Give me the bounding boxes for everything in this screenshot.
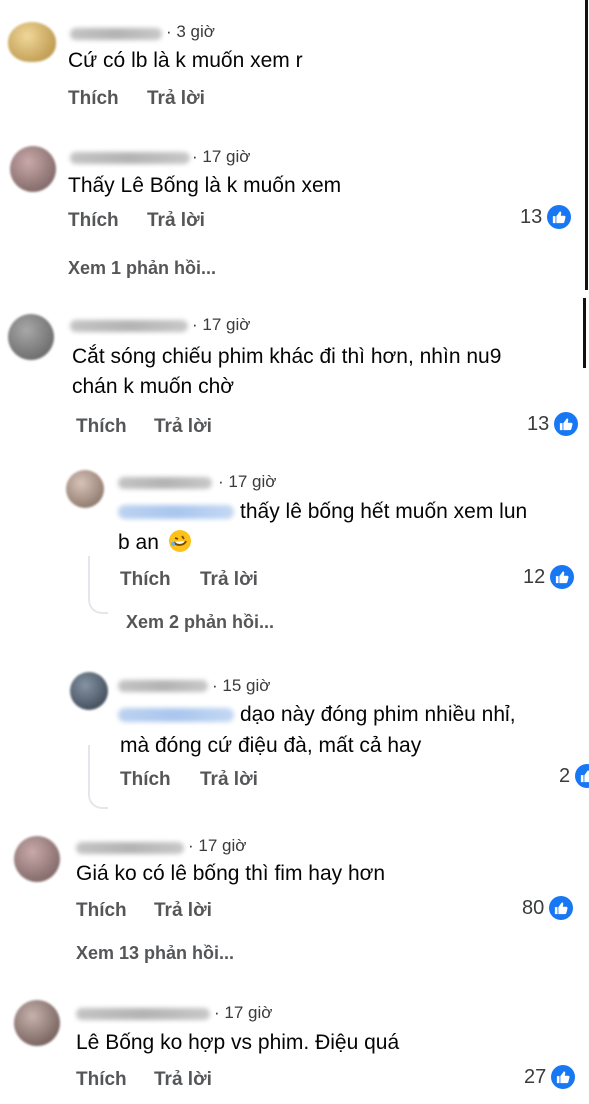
- comment-text-continued: b an: [118, 528, 191, 558]
- view-replies-link[interactable]: Xem 1 phản hồi...: [68, 258, 216, 279]
- like-button[interactable]: Thích: [76, 416, 127, 438]
- screenshot-edge-bar: [583, 298, 586, 368]
- author-name-blurred[interactable]: [70, 152, 190, 164]
- author-name-blurred[interactable]: [70, 320, 188, 332]
- comment-time: · 17 giờ: [214, 1003, 273, 1022]
- comment-time: · 17 giờ: [192, 147, 251, 166]
- reaction-count-value: 80: [522, 896, 545, 919]
- thumbs-up-icon: [551, 1065, 576, 1089]
- reaction-count[interactable]: 80: [522, 896, 574, 920]
- reply-button[interactable]: Trả lời: [200, 569, 258, 591]
- thumbs-up-icon: [547, 205, 572, 229]
- reaction-count-value: 13: [520, 205, 543, 228]
- view-replies-link[interactable]: Xem 13 phản hồi...: [76, 943, 234, 964]
- avatar[interactable]: [70, 672, 108, 710]
- like-button[interactable]: Thích: [68, 88, 119, 110]
- comment-text: Cứ có lb là k muốn xem r: [68, 49, 303, 72]
- author-name-blurred[interactable]: [70, 28, 162, 40]
- rolling-on-floor-laughing-emoji-icon: [168, 530, 191, 552]
- comment-text: Giá ko có lê bống thì fim hay hơn: [76, 862, 386, 885]
- avatar[interactable]: [8, 22, 56, 62]
- thumbs-up-icon: [549, 896, 574, 920]
- thumbs-up-icon: [554, 412, 579, 436]
- like-button[interactable]: Thích: [120, 769, 171, 791]
- reaction-count[interactable]: 12: [523, 565, 575, 589]
- thumbs-up-icon: [575, 764, 589, 788]
- avatar[interactable]: [66, 470, 104, 508]
- reply-thread-connector: [88, 745, 108, 809]
- author-name-blurred[interactable]: [118, 680, 208, 692]
- reaction-count-value: 12: [523, 565, 546, 588]
- comment-text: Cắt sóng chiếu phim khác đi thì hơn, nhì…: [72, 345, 502, 398]
- comment-text-line2: b an: [118, 531, 159, 554]
- comment-text: Thấy Lê Bống là k muốn xem: [68, 174, 342, 197]
- view-replies-link[interactable]: Xem 2 phản hồi...: [126, 612, 274, 633]
- avatar[interactable]: [14, 1000, 60, 1046]
- thumbs-up-icon: [550, 565, 575, 589]
- comment-time: · 15 giờ: [212, 676, 271, 695]
- like-button[interactable]: Thích: [68, 210, 119, 232]
- reply-button[interactable]: Trả lời: [147, 88, 205, 110]
- comment-text-line2: mà đóng cứ điệu đà, mất cả hay: [120, 734, 422, 757]
- comment-time: · 17 giờ: [188, 836, 247, 855]
- like-button[interactable]: Thích: [76, 900, 127, 922]
- reaction-count[interactable]: 27: [524, 1065, 576, 1089]
- comment-time: · 17 giờ: [218, 472, 277, 491]
- avatar[interactable]: [10, 146, 56, 192]
- reaction-count-value: 13: [527, 412, 550, 435]
- comment-text: thấy lê bống hết muốn xem lun: [240, 500, 528, 523]
- reaction-count[interactable]: 2: [559, 764, 589, 788]
- avatar[interactable]: [14, 836, 60, 882]
- author-name-blurred[interactable]: [76, 842, 184, 854]
- avatar[interactable]: [8, 314, 54, 360]
- reply-button[interactable]: Trả lời: [200, 769, 258, 791]
- comment-text: dạo này đóng phim nhiều nhỉ,: [240, 703, 516, 726]
- reaction-count-value: 27: [524, 1065, 547, 1088]
- mention-tag-blurred[interactable]: [118, 505, 234, 519]
- reply-button[interactable]: Trả lời: [154, 416, 212, 438]
- reply-button[interactable]: Trả lời: [154, 1069, 212, 1091]
- reaction-count[interactable]: 13: [527, 412, 579, 436]
- like-button[interactable]: Thích: [76, 1069, 127, 1091]
- mention-tag-blurred[interactable]: [118, 708, 234, 722]
- reply-button[interactable]: Trả lời: [147, 210, 205, 232]
- author-name-blurred[interactable]: [118, 477, 212, 489]
- reaction-count-value: 2: [559, 764, 571, 787]
- reaction-count[interactable]: 13: [520, 205, 572, 229]
- author-name-blurred[interactable]: [76, 1008, 210, 1020]
- comment-time: · 17 giờ: [192, 315, 251, 334]
- comment-text: Lê Bống ko hợp vs phim. Điệu quá: [76, 1031, 400, 1054]
- screenshot-edge-bar: [585, 0, 588, 290]
- comment-time: · 3 giờ: [166, 22, 215, 41]
- reply-thread-connector: [88, 556, 108, 614]
- like-button[interactable]: Thích: [120, 569, 171, 591]
- reply-button[interactable]: Trả lời: [154, 900, 212, 922]
